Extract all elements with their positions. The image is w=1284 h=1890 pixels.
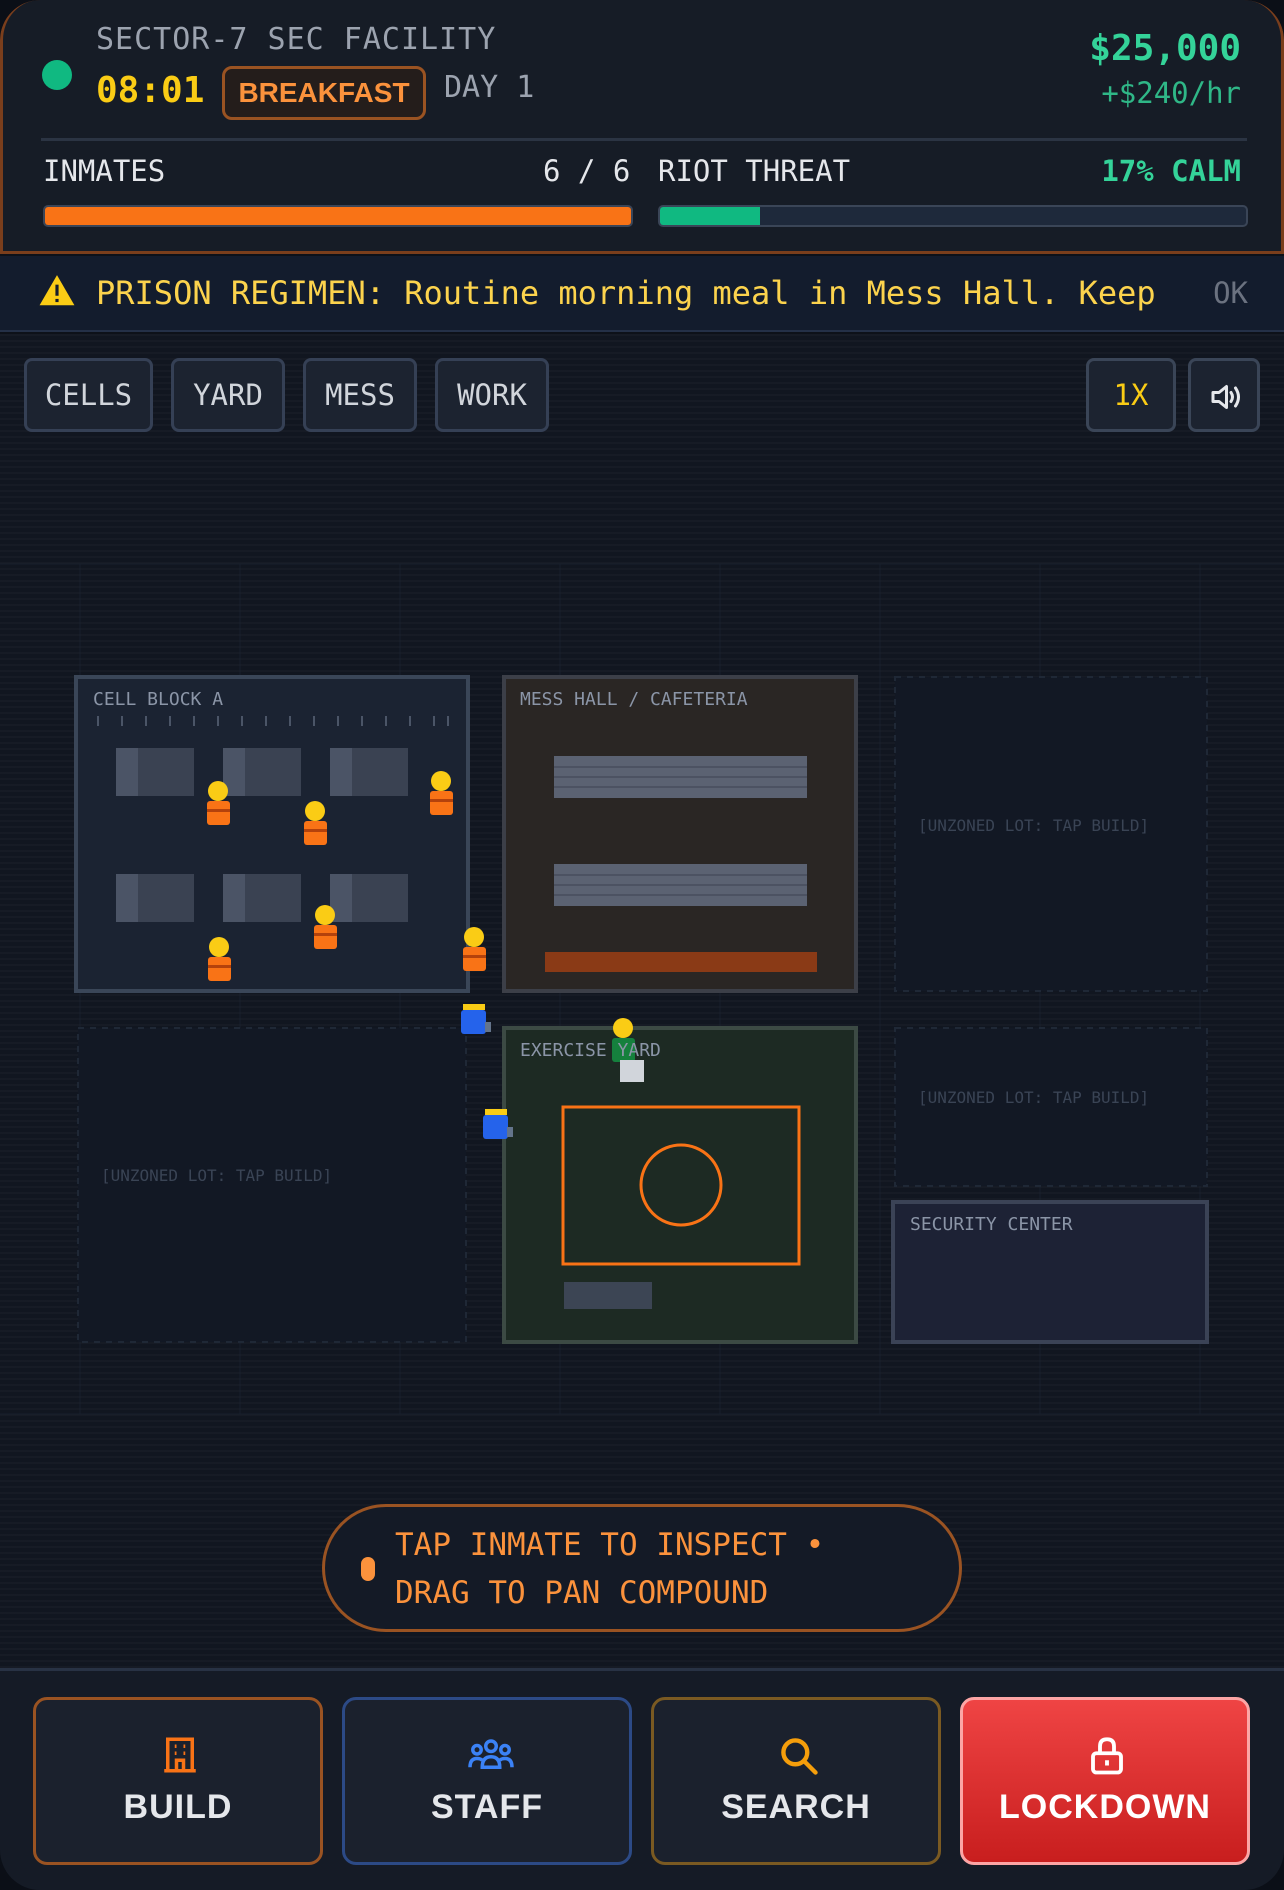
unzoned-label-east: [UNZONED LOT: TAP BUILD] — [918, 816, 1150, 835]
padlock-icon — [1086, 1734, 1128, 1785]
filter-cells-button[interactable]: CELLS — [24, 358, 153, 432]
compound-layout[interactable] — [0, 334, 1284, 1668]
unzoned-lot-south[interactable] — [894, 1027, 1208, 1187]
header-divider — [41, 138, 1247, 141]
filter-yard-button[interactable]: YARD — [171, 358, 285, 432]
search-button[interactable]: SEARCH — [651, 1697, 941, 1865]
income-rate: +$240/hr — [1101, 76, 1241, 110]
staff-button[interactable]: STAFF — [342, 1697, 632, 1865]
inmate-sprite[interactable] — [207, 781, 230, 825]
status-header: SECTOR-7 SEC FACILITY 08:01 BREAKFAST DA… — [0, 0, 1284, 254]
facility-name: SECTOR-7 SEC FACILITY — [96, 22, 497, 57]
room-mess-hall[interactable] — [502, 675, 858, 993]
riot-threat-value: 17% CALM — [1101, 154, 1241, 188]
guard-sprite[interactable] — [461, 1004, 491, 1034]
lockdown-label: LOCKDOWN — [999, 1788, 1211, 1826]
sound-toggle-button[interactable] — [1188, 358, 1260, 432]
inmate-sprite[interactable] — [430, 771, 453, 815]
magnifier-icon — [777, 1734, 821, 1787]
hint-pill: TAP INMATE TO INSPECT • DRAG TO PAN COMP… — [322, 1504, 962, 1632]
game-frame: SECTOR-7 SEC FACILITY 08:01 BREAKFAST DA… — [0, 0, 1284, 1890]
money-balance: $25,000 — [1089, 28, 1241, 69]
speaker-volume-icon — [1211, 385, 1240, 409]
hint-text: TAP INMATE TO INSPECT • DRAG TO PAN COMP… — [395, 1527, 825, 1611]
riot-threat-bar — [658, 205, 1248, 227]
room-label-security: SECURITY CENTER — [910, 1214, 1073, 1235]
unzoned-lot-west[interactable] — [77, 1027, 467, 1343]
filter-mess-button[interactable]: MESS — [303, 358, 417, 432]
hint-dot — [361, 1557, 375, 1581]
lockdown-button[interactable]: LOCKDOWN — [960, 1697, 1250, 1865]
inmate-sprite[interactable] — [463, 927, 486, 971]
inmate-sprite[interactable] — [208, 937, 231, 981]
room-label-exercise-yard: EXERCISE YARD — [520, 1040, 661, 1061]
game-clock: 08:01 — [96, 70, 205, 111]
warning-triangle-icon — [38, 272, 76, 314]
people-group-icon — [468, 1734, 514, 1785]
room-exercise-yard[interactable] — [502, 1026, 858, 1344]
inmate-sprite[interactable] — [304, 801, 327, 845]
inmates-label: INMATES — [43, 154, 166, 188]
unzoned-label-south: [UNZONED LOT: TAP BUILD] — [918, 1088, 1150, 1107]
banner-message: PRISON REGIMEN: Routine morning meal in … — [96, 274, 1156, 312]
action-bar: BUILD STAFF SEARCH LOCKDOWN — [0, 1668, 1284, 1890]
status-indicator — [42, 60, 72, 90]
inmates-capacity-fill — [45, 207, 631, 225]
inmates-count: 6 / 6 — [543, 154, 631, 188]
build-label: BUILD — [123, 1788, 233, 1826]
room-cell-block-a[interactable] — [74, 675, 470, 993]
search-label: SEARCH — [721, 1788, 871, 1826]
build-button[interactable]: BUILD — [33, 1697, 323, 1865]
inmate-sprite[interactable] — [314, 905, 337, 949]
filter-work-button[interactable]: WORK — [435, 358, 549, 432]
compound-map[interactable]: CELL BLOCK A MESS HALL / CAFETERIA EXERC… — [0, 334, 1284, 1668]
room-label-mess-hall: MESS HALL / CAFETERIA — [520, 689, 748, 710]
inmates-capacity-bar — [43, 205, 633, 227]
room-label-cell-block: CELL BLOCK A — [93, 689, 224, 710]
staff-label: STAFF — [430, 1788, 543, 1826]
riot-threat-label: RIOT THREAT — [658, 154, 851, 188]
unzoned-label-west: [UNZONED LOT: TAP BUILD] — [101, 1166, 333, 1185]
riot-threat-fill — [660, 207, 760, 225]
banner-ok-button[interactable]: OK — [1213, 268, 1248, 318]
schedule-phase-badge: BREAKFAST — [222, 66, 426, 120]
game-speed-button[interactable]: 1X — [1086, 358, 1176, 432]
day-counter: DAY 1 — [444, 70, 535, 105]
regimen-banner: PRISON REGIMEN: Routine morning meal in … — [0, 256, 1284, 332]
building-icon — [159, 1734, 201, 1785]
